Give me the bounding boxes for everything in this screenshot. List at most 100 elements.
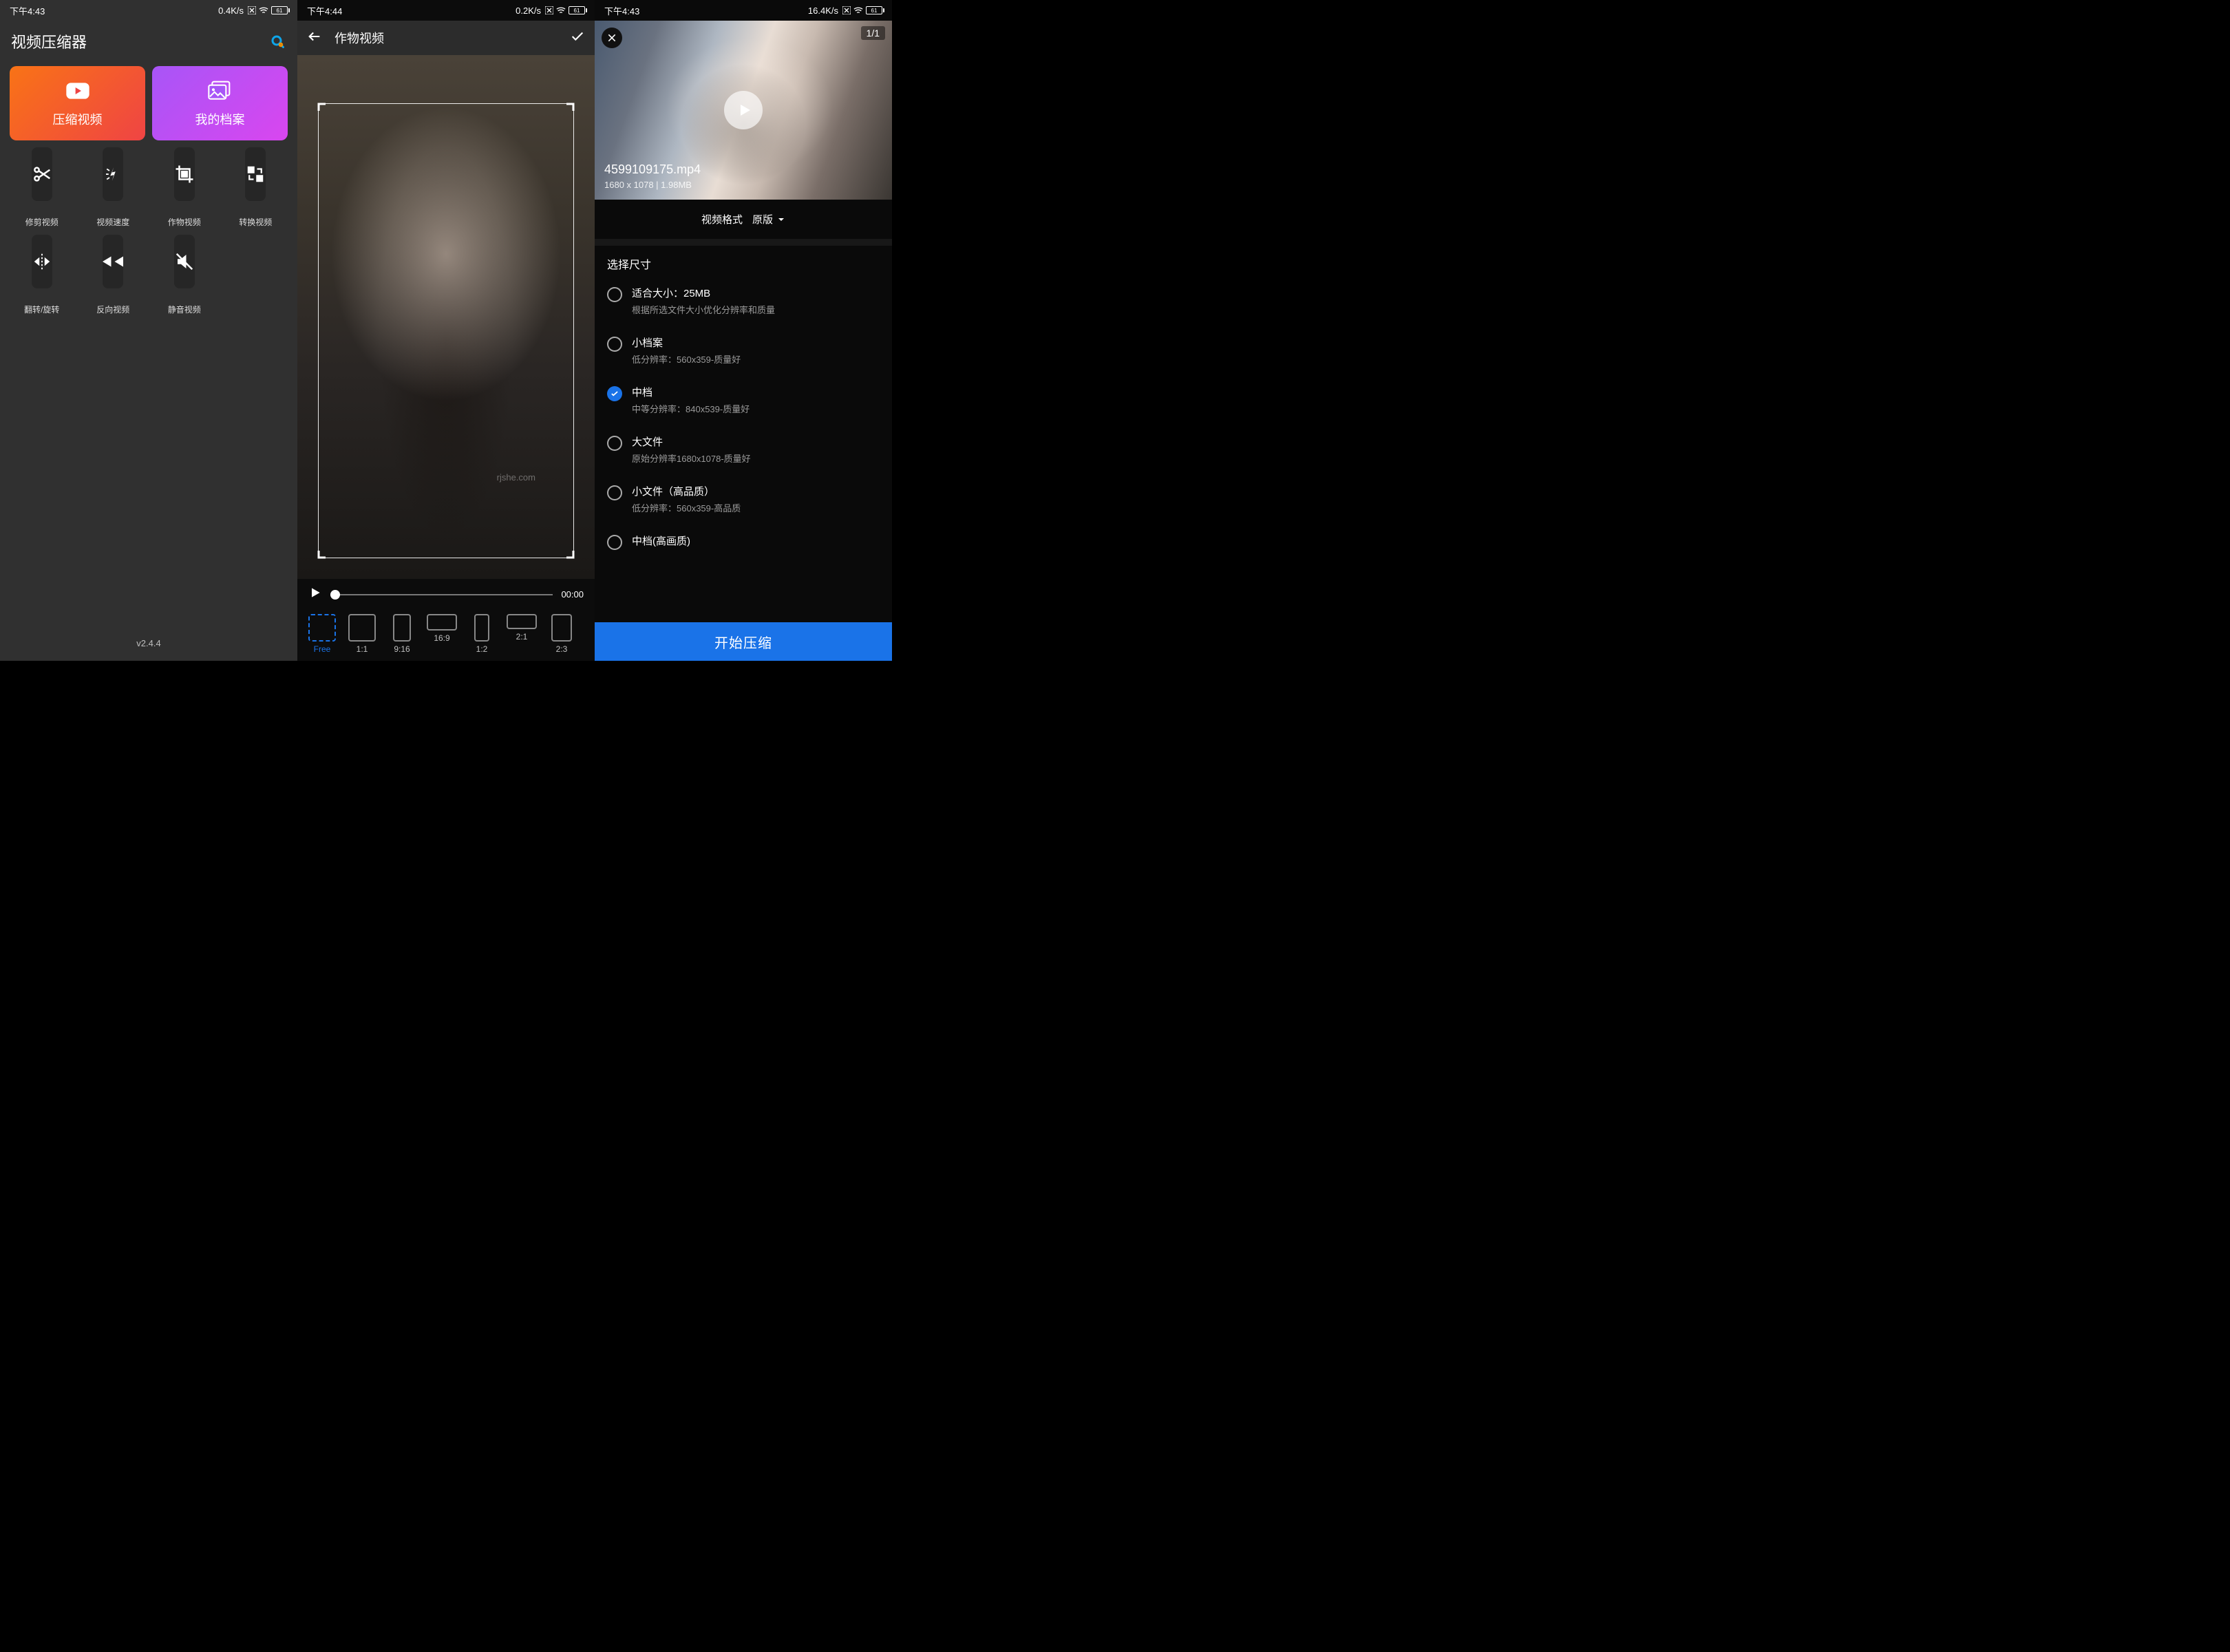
- crop-handle-tl[interactable]: [317, 103, 331, 116]
- reverse-icon: [103, 251, 123, 272]
- settings-icon[interactable]: [268, 32, 286, 50]
- crop-header: 作物视频: [297, 21, 595, 55]
- radio-icon: [607, 535, 622, 550]
- size-title: 中档: [632, 385, 750, 399]
- ratio-box: [474, 614, 489, 642]
- video-hero: 1/1 4599109175.mp4 1680 x 1078 | 1.98MB: [595, 21, 892, 200]
- status-bar: 下午4:43 0.4K/s 61: [0, 0, 297, 21]
- player-bar: 00:00: [297, 579, 595, 610]
- version-label: v2.4.4: [0, 638, 297, 661]
- battery-level: 61: [569, 6, 585, 14]
- status-time: 下午4:44: [307, 4, 342, 17]
- crop-handle-bl[interactable]: [317, 545, 331, 559]
- ratio-9-16[interactable]: 9:16: [385, 614, 418, 654]
- back-button[interactable]: [307, 29, 322, 47]
- ratio-label: 1:2: [476, 644, 488, 654]
- size-section-title: 选择尺寸: [595, 246, 892, 276]
- status-time: 下午4:43: [10, 4, 45, 17]
- filename: 4599109175.mp4: [604, 162, 701, 177]
- radio-icon: [607, 386, 622, 401]
- divider: [595, 239, 892, 246]
- status-time: 下午4:43: [604, 4, 639, 17]
- screen-home: 下午4:43 0.4K/s 61 视频压缩器 压缩视频 我的档案 修剪视频 视频…: [0, 0, 297, 661]
- size-option[interactable]: 中档(高画质): [607, 524, 880, 560]
- seek-thumb[interactable]: [330, 590, 340, 600]
- tools-grid: 修剪视频 视频速度 作物视频 转换视频 翻转/旋转 反向视频 静音视频: [0, 140, 297, 315]
- mute-icon: [174, 251, 195, 272]
- play-icon: [64, 78, 92, 103]
- size-subtitle: 低分辨率：560x359-高品质: [632, 501, 741, 514]
- tool-label: 静音视频: [168, 304, 201, 315]
- ratio-label: 16:9: [434, 633, 449, 643]
- close-button[interactable]: [602, 28, 622, 48]
- crop-title: 作物视频: [334, 29, 558, 47]
- scissors-icon: [32, 164, 52, 184]
- tool-label: 作物视频: [168, 216, 201, 228]
- confirm-button[interactable]: [570, 29, 585, 47]
- size-subtitle: 原始分辨率1680x1078-质量好: [632, 452, 751, 465]
- ratio-1-1[interactable]: 1:1: [346, 614, 379, 654]
- format-row[interactable]: 视频格式 原版: [595, 200, 892, 239]
- format-label: 视频格式: [701, 212, 743, 226]
- ratio-2-3[interactable]: 2:3: [545, 614, 578, 654]
- play-button[interactable]: [308, 586, 322, 603]
- size-list: 适合大小：25MB根据所选文件大小优化分辨率和质量小档案低分辨率：560x359…: [595, 276, 892, 560]
- radio-icon: [607, 337, 622, 352]
- status-right: 16.4K/s 61: [808, 6, 882, 16]
- size-title: 大文件: [632, 434, 751, 449]
- size-option[interactable]: 大文件原始分辨率1680x1078-质量好: [607, 425, 880, 474]
- status-bar: 下午4:43 16.4K/s 61: [595, 0, 892, 21]
- compress-video-tile[interactable]: 压缩视频: [10, 66, 145, 140]
- status-icons: 61: [248, 6, 288, 14]
- ratio-1-2[interactable]: 1:2: [465, 614, 498, 654]
- crop-tool[interactable]: [174, 147, 195, 201]
- ratio-Free[interactable]: Free: [306, 614, 339, 654]
- ratio-box: [427, 614, 457, 631]
- ratio-box: [551, 614, 572, 642]
- item-count: 1/1: [861, 26, 885, 40]
- play-overlay[interactable]: [724, 91, 763, 129]
- ratio-16-9[interactable]: 16:9: [425, 614, 458, 654]
- size-option[interactable]: 小文件（高品质） 低分辨率：560x359-高品质: [607, 474, 880, 524]
- crop-handle-tr[interactable]: [561, 103, 575, 116]
- size-option[interactable]: 适合大小：25MB根据所选文件大小优化分辨率和质量: [607, 276, 880, 326]
- ratio-2-1[interactable]: 2:1: [505, 614, 538, 654]
- tool-label: 视频速度: [96, 216, 129, 228]
- ratio-label: 2:3: [556, 644, 568, 654]
- convert-tool[interactable]: [245, 147, 266, 201]
- ratio-label: 1:1: [357, 644, 368, 654]
- compress-label: 压缩视频: [53, 110, 103, 128]
- format-dropdown[interactable]: 原版: [752, 212, 785, 226]
- gallery-icon: [206, 78, 234, 103]
- aspect-ratio-row[interactable]: Free 1:1 9:16 16:9 1:2 2:1 2:3: [297, 610, 595, 661]
- crop-handle-br[interactable]: [561, 545, 575, 559]
- size-title: 小档案: [632, 335, 741, 350]
- ratio-label: Free: [314, 644, 331, 654]
- size-title: 中档(高画质): [632, 533, 690, 548]
- trim-video-tool[interactable]: [32, 147, 52, 201]
- ratio-box: [348, 614, 376, 642]
- app-title: 视频压缩器: [11, 30, 87, 52]
- tool-label: 反向视频: [96, 304, 129, 315]
- my-files-tile[interactable]: 我的档案: [152, 66, 288, 140]
- crop-preview[interactable]: rjshe.com: [297, 55, 595, 579]
- status-right: 0.4K/s 61: [218, 6, 288, 16]
- size-option[interactable]: 中档中等分辨率：840x539-质量好: [607, 375, 880, 425]
- mute-tool[interactable]: [174, 235, 195, 288]
- size-title: 小文件（高品质）: [632, 484, 741, 498]
- seek-bar[interactable]: [330, 594, 553, 595]
- app-header: 视频压缩器: [0, 21, 297, 66]
- speed-tool[interactable]: [103, 147, 123, 201]
- size-subtitle: 根据所选文件大小优化分辨率和质量: [632, 303, 775, 316]
- status-net: 16.4K/s: [808, 6, 838, 16]
- crop-frame[interactable]: [318, 103, 574, 558]
- tool-label: 修剪视频: [25, 216, 59, 228]
- start-compress-button[interactable]: 开始压缩: [595, 622, 892, 661]
- file-meta: 1680 x 1078 | 1.98MB: [604, 180, 701, 190]
- tool-label: 转换视频: [239, 216, 272, 228]
- flip-rotate-tool[interactable]: [32, 235, 52, 288]
- size-option[interactable]: 小档案低分辨率：560x359-质量好: [607, 326, 880, 375]
- status-icons: 61: [545, 6, 585, 14]
- status-right: 0.2K/s 61: [516, 6, 585, 16]
- reverse-tool[interactable]: [103, 235, 123, 288]
